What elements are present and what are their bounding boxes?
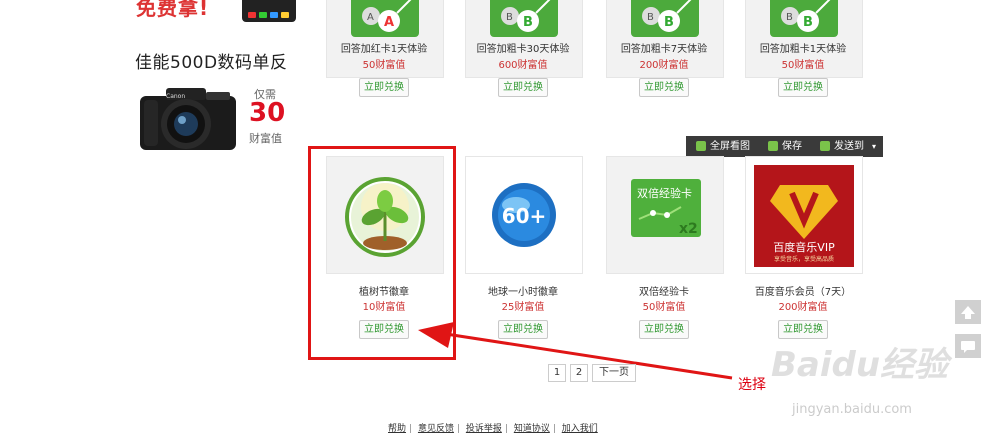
product-cost: 25财富值 (501, 302, 545, 313)
footer-links: 帮助 | 意见反馈 | 投诉举报 | 知道协议 | 加入我们 (388, 424, 598, 434)
svg-text:B: B (786, 12, 793, 23)
watermark-logo: Baidu经验 (771, 345, 949, 385)
redeem-button[interactable]: 立即兑换 (498, 78, 548, 97)
send-label: 发送到 (834, 141, 864, 152)
footer-link-feedback[interactable]: 意见反馈 (418, 424, 454, 434)
svg-text:A: A (367, 12, 374, 23)
product-name[interactable]: 回答加粗卡1天体验 (733, 40, 873, 55)
svg-text:B: B (506, 12, 513, 23)
redeem-button[interactable]: 立即兑换 (639, 78, 689, 97)
footer-link-report[interactable]: 投诉举报 (466, 424, 502, 434)
product-image[interactable]: 双倍经验卡 x2 (606, 156, 724, 274)
svg-text:B: B (523, 15, 533, 30)
product-name[interactable]: 地球一小时徽章 (453, 283, 593, 298)
chat-icon (961, 341, 975, 353)
feedback-button[interactable] (955, 334, 981, 358)
price-unit: 财富值 (249, 132, 282, 145)
footer-link-help[interactable]: 帮助 (388, 424, 406, 434)
product-image[interactable]: 百度音乐VIP 享受音乐，享受高品质 (745, 156, 863, 274)
product-image[interactable]: 60+ (465, 156, 583, 274)
send-icon (820, 141, 830, 151)
page-1[interactable]: 1 (548, 364, 566, 382)
card-badge: x2 (679, 221, 698, 237)
svg-text:A: A (384, 15, 394, 30)
svg-text:B: B (803, 15, 813, 30)
camera-title[interactable]: 佳能500D数码单反 (135, 48, 288, 73)
fullscreen-button[interactable]: 全屏看图 (696, 136, 750, 157)
fullscreen-label: 全屏看图 (710, 141, 750, 152)
next-page-button[interactable]: 下一页 (592, 364, 636, 382)
svg-text:B: B (664, 15, 674, 30)
card-subtitle: 享受音乐，享受高品质 (774, 255, 834, 263)
redeem-button[interactable]: 立即兑换 (359, 78, 409, 97)
image-toolbar: 全屏看图 保存 发送到 ▾ (686, 136, 883, 157)
save-button[interactable]: 保存 (768, 136, 802, 157)
footer-link-agreement[interactable]: 知道协议 (514, 424, 550, 434)
product-cost: 50财富值 (362, 60, 406, 71)
back-to-top-button[interactable] (955, 300, 981, 324)
earth-badge-text: 60+ (502, 204, 547, 228)
page-2[interactable]: 2 (570, 364, 588, 382)
svg-text:B: B (647, 12, 654, 23)
watermark-url: jingyan.baidu.com (792, 402, 912, 417)
save-label: 保存 (782, 141, 802, 152)
redeem-button[interactable]: 立即兑换 (778, 78, 828, 97)
product-cost: 200财富值 (639, 60, 689, 71)
price-number: 30 (249, 98, 286, 128)
arrow-label: 选择 (738, 377, 766, 393)
fullscreen-icon (696, 141, 706, 151)
promo-banner[interactable]: 免费拿! (122, 0, 302, 30)
product-name[interactable]: 回答加粗卡7天体验 (594, 40, 734, 55)
product-name[interactable]: 回答加粗卡30天体验 (453, 40, 593, 55)
product-cost: 200财富值 (778, 302, 828, 313)
product-cost: 50财富值 (642, 302, 686, 313)
footer-link-join[interactable]: 加入我们 (562, 424, 598, 434)
phone-image (242, 0, 296, 22)
camera-image[interactable]: Canon (136, 82, 240, 152)
product-cost: 600财富值 (498, 60, 548, 71)
product-cost: 50财富值 (781, 60, 825, 71)
product-name[interactable]: 回答加红卡1天体验 (314, 40, 454, 55)
svg-text:Canon: Canon (166, 93, 185, 100)
product-name[interactable]: 双倍经验卡 (594, 283, 734, 298)
card-title: 百度音乐VIP (773, 240, 835, 254)
save-icon (768, 141, 778, 151)
send-to-button[interactable]: 发送到 (820, 136, 864, 157)
card-title: 双倍经验卡 (637, 186, 692, 200)
caret-down-icon[interactable]: ▾ (872, 136, 876, 157)
arrow-up-icon (961, 306, 975, 319)
product-name[interactable]: 百度音乐会员（7天） (733, 283, 873, 298)
promo-text: 免费拿! (136, 0, 210, 20)
